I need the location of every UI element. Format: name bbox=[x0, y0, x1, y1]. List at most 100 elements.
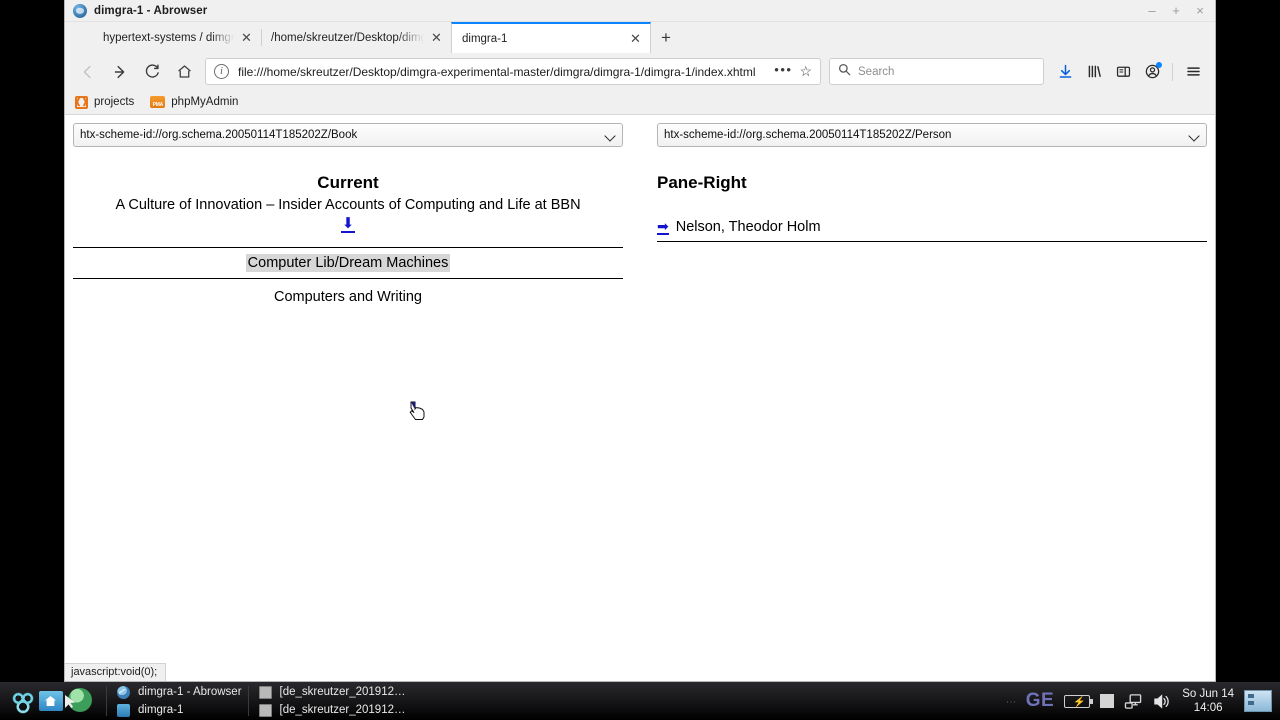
downloads-icon[interactable] bbox=[1051, 58, 1079, 86]
entry-title: A Culture of Innovation – Insider Accoun… bbox=[115, 197, 581, 213]
pane-left: htx-scheme-id://org.schema.20050114T1852… bbox=[73, 123, 623, 305]
system-tray: ⋮ GE ⚡ So Jun 14 14:06 bbox=[1005, 687, 1278, 716]
bookmark-projects[interactable]: ❰❱ projects bbox=[75, 95, 135, 109]
maximize-button[interactable]: + bbox=[1165, 1, 1187, 21]
browser-globe-icon bbox=[73, 3, 87, 18]
url-bar[interactable]: i file:///home/skreutzer/Desktop/dimgra-… bbox=[205, 58, 821, 85]
right-scheme-select-wrapper: htx-scheme-id://org.schema.20050114T1852… bbox=[657, 123, 1207, 147]
network-icon[interactable] bbox=[1124, 693, 1143, 710]
sidebar-icon[interactable] bbox=[1109, 58, 1137, 86]
task-list-column-1: dimgra-1 - Abrowser dimgra-1 bbox=[113, 684, 242, 718]
clock-time: 14:06 bbox=[1193, 702, 1223, 714]
home-icon[interactable] bbox=[169, 58, 199, 86]
list-item[interactable]: A Culture of Innovation – Insider Accoun… bbox=[73, 193, 623, 215]
file-manager-icon[interactable] bbox=[39, 688, 65, 714]
minimize-button[interactable]: – bbox=[1141, 1, 1163, 21]
left-pane-heading: Current bbox=[317, 173, 379, 192]
toolbar-divider bbox=[1172, 62, 1173, 81]
volume-icon[interactable] bbox=[1153, 693, 1172, 710]
page-actions-icon[interactable]: ••• bbox=[770, 62, 799, 81]
quick-launch bbox=[2, 688, 100, 714]
task-label: dimgra-1 bbox=[138, 704, 184, 716]
window-icon bbox=[258, 703, 272, 717]
projects-icon: ❰❱ bbox=[75, 95, 88, 109]
site-info-icon[interactable]: i bbox=[214, 64, 229, 79]
tab-label: dimgra-1 bbox=[462, 32, 508, 45]
list-item[interactable]: ➡ Nelson, Theodor Holm bbox=[657, 219, 1207, 242]
left-scheme-select[interactable]: htx-scheme-id://org.schema.20050114T1852… bbox=[73, 123, 623, 147]
entry-title-highlighted: Computer Lib/Dream Machines bbox=[245, 254, 451, 272]
task-label: [de_skreutzer_201912… bbox=[279, 686, 406, 698]
web-browser-icon[interactable] bbox=[68, 688, 94, 714]
task-button[interactable]: [de_skreutzer_201912… bbox=[255, 702, 406, 718]
tab-home-directory[interactable]: /home/skreutzer/Desktop/dimgra- ✕ bbox=[261, 22, 451, 53]
reload-icon[interactable] bbox=[137, 58, 167, 86]
list-item[interactable]: Computer Lib/Dream Machines bbox=[73, 247, 623, 279]
bookmark-label: phpMyAdmin bbox=[171, 96, 239, 108]
left-scheme-select-wrapper: htx-scheme-id://org.schema.20050114T1852… bbox=[73, 123, 623, 147]
task-button[interactable]: dimgra-1 bbox=[113, 702, 242, 718]
tab-hypertext-systems[interactable]: hypertext-systems / dimgra-ex ✕ bbox=[71, 22, 261, 53]
right-pane-heading: Pane-Right bbox=[657, 173, 747, 192]
right-scheme-select[interactable]: htx-scheme-id://org.schema.20050114T1852… bbox=[657, 123, 1207, 147]
forward-arrow-icon[interactable] bbox=[105, 58, 135, 86]
taskbar-divider bbox=[247, 686, 249, 716]
close-icon[interactable]: ✕ bbox=[238, 29, 255, 46]
firefox-icon bbox=[81, 30, 96, 45]
browser-window-icon bbox=[117, 685, 130, 699]
account-icon[interactable] bbox=[1138, 58, 1166, 86]
toolbar-icons bbox=[1051, 58, 1207, 86]
square-icon[interactable] bbox=[1100, 694, 1115, 708]
url-text: file:///home/skreutzer/Desktop/dimgra-ex… bbox=[238, 64, 756, 79]
task-label: [de_skreutzer_201912… bbox=[279, 704, 406, 716]
tray-grip[interactable]: ⋮ bbox=[1005, 697, 1016, 706]
panes-container: htx-scheme-id://org.schema.20050114T1852… bbox=[65, 123, 1215, 305]
tab-dimgra-1[interactable]: dimgra-1 ✕ bbox=[451, 22, 651, 53]
taskbar: dimgra-1 - Abrowser dimgra-1 [de_skreutz… bbox=[0, 682, 1280, 720]
swirl-launcher-icon[interactable] bbox=[10, 688, 36, 714]
clock-date: So Jun 14 bbox=[1182, 687, 1234, 700]
new-tab-button[interactable]: + bbox=[651, 22, 681, 53]
taskbar-divider bbox=[106, 686, 107, 716]
window-icon bbox=[258, 685, 272, 699]
show-desktop-icon[interactable] bbox=[1244, 690, 1272, 712]
bookmark-label: projects bbox=[94, 96, 135, 108]
tab-label: /home/skreutzer/Desktop/dimgra- bbox=[271, 31, 424, 44]
window-controls: – + × bbox=[1141, 1, 1211, 21]
close-icon[interactable]: ✕ bbox=[428, 29, 445, 46]
bookmark-star-icon[interactable]: ☆ bbox=[799, 63, 814, 80]
menu-icon[interactable] bbox=[1179, 58, 1207, 86]
navigation-toolbar: i file:///home/skreutzer/Desktop/dimgra-… bbox=[65, 53, 1215, 90]
keyboard-layout-indicator[interactable]: GE bbox=[1026, 690, 1054, 712]
entry-title: Nelson, Theodor Holm bbox=[675, 219, 821, 235]
clock[interactable]: So Jun 14 14:06 bbox=[1182, 687, 1234, 716]
window-title: dimgra-1 - Abrowser bbox=[94, 4, 208, 17]
status-bar: javascript:void(0); bbox=[65, 663, 167, 681]
bookmark-phpmyadmin[interactable]: PMA phpMyAdmin bbox=[150, 96, 238, 108]
task-list-column-2: [de_skreutzer_201912… [de_skreutzer_2019… bbox=[255, 684, 406, 718]
entry-marker-row: ⬇ bbox=[73, 215, 623, 233]
task-button[interactable]: [de_skreutzer_201912… bbox=[255, 684, 406, 700]
search-bar[interactable]: Search bbox=[829, 58, 1044, 85]
tab-strip: hypertext-systems / dimgra-ex ✕ /home/sk… bbox=[65, 22, 1215, 53]
close-icon[interactable]: ✕ bbox=[627, 30, 644, 47]
phpmyadmin-icon: PMA bbox=[150, 96, 166, 108]
task-button[interactable]: dimgra-1 - Abrowser bbox=[113, 684, 242, 700]
library-icon[interactable] bbox=[1080, 58, 1108, 86]
task-label: dimgra-1 - Abrowser bbox=[138, 686, 242, 698]
screen: dimgra-1 - Abrowser – + × hypertext-syst… bbox=[0, 0, 1280, 720]
arrow-down-icon[interactable]: ⬇ bbox=[340, 216, 356, 233]
bookmarks-bar: ❰❱ projects PMA phpMyAdmin bbox=[65, 90, 1215, 115]
entry-title: Computers and Writing bbox=[273, 289, 423, 305]
close-button[interactable]: × bbox=[1189, 1, 1211, 21]
account-badge bbox=[1156, 61, 1162, 68]
title-bar: dimgra-1 - Abrowser – + × bbox=[65, 0, 1215, 22]
browser-window: dimgra-1 - Abrowser – + × hypertext-syst… bbox=[64, 0, 1216, 682]
battery-icon[interactable]: ⚡ bbox=[1064, 694, 1094, 708]
back-arrow-icon[interactable] bbox=[73, 58, 103, 86]
arrow-right-icon[interactable]: ➡ bbox=[657, 219, 669, 235]
pane-right: htx-scheme-id://org.schema.20050114T1852… bbox=[657, 123, 1207, 305]
list-item[interactable]: Computers and Writing bbox=[73, 289, 623, 305]
pointing-hand-cursor bbox=[409, 401, 427, 421]
folder-window-icon bbox=[117, 703, 130, 717]
